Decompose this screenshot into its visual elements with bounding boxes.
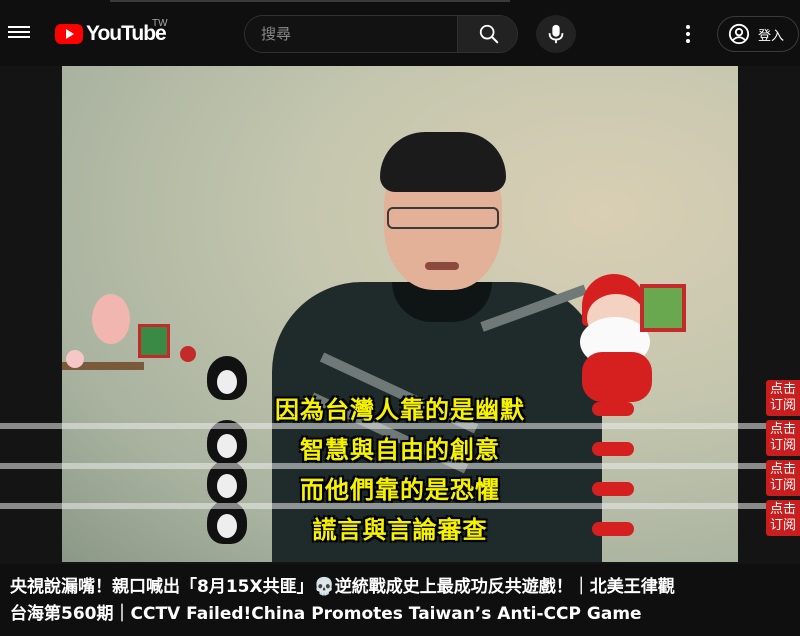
top-bar: YouTube TW 登入 [0, 0, 800, 66]
subscribe-badge[interactable]: 点击 订阅 [766, 420, 800, 456]
santa-gift [640, 284, 686, 332]
signin-button[interactable]: 登入 [717, 16, 799, 52]
subscribe-badge-label: 点击 订阅 [769, 422, 796, 453]
subscribe-badge[interactable]: 点击 订阅 [766, 500, 800, 536]
video-title-line: 台海第560期｜CCTV Failed!China Promotes Taiwa… [10, 604, 642, 624]
signin-label: 登入 [758, 28, 785, 44]
subtitle-line: 謊言與言論審查 [312, 516, 488, 544]
menu-icon[interactable] [8, 23, 30, 43]
search-button[interactable] [457, 16, 517, 52]
video-player[interactable]: 因為台灣人靠的是幽默 智慧與自由的創意 而他們靠的是恐懼 謊言與言論審查 点击 … [0, 66, 800, 564]
subscribe-badge-label: 点击 订阅 [769, 502, 796, 533]
voice-search-button[interactable] [536, 15, 576, 53]
subtitle-line: 而他們靠的是恐懼 [300, 476, 500, 504]
search-input[interactable] [245, 16, 457, 52]
youtube-logo-icon [55, 24, 83, 44]
ornament [180, 346, 196, 362]
person-mouth [425, 262, 459, 270]
search-box[interactable] [244, 15, 518, 53]
video-title: 央視說漏嘴！親口喊出「8月15X共匪」💀逆統戰成史上最成功反共遊戲！｜北美王律觀… [10, 574, 792, 628]
mic-icon [548, 24, 564, 44]
youtube-logo[interactable]: YouTube [55, 22, 167, 46]
person-hair [380, 132, 506, 192]
top-divider [110, 0, 510, 2]
more-vert-icon[interactable] [678, 22, 698, 46]
subtitle-line: 智慧與自由的創意 [300, 436, 500, 464]
gift-box [138, 324, 170, 358]
subscribe-badge-label: 点击 订阅 [769, 382, 796, 413]
account-icon [728, 23, 750, 45]
toy-figure [66, 350, 84, 368]
toy-figure [92, 294, 130, 344]
search-icon [479, 24, 498, 44]
subscribe-badge[interactable]: 点击 订阅 [766, 460, 800, 496]
country-code: TW [152, 18, 168, 29]
subscribe-badge[interactable]: 点击 订阅 [766, 380, 800, 416]
subscribe-badge-label: 点击 订阅 [769, 462, 796, 493]
video-title-line: 央視說漏嘴！親口喊出「8月15X共匪」💀逆統戰成史上最成功反共遊戲！｜北美王律觀 [10, 577, 675, 597]
subtitle-line: 因為台灣人靠的是幽默 [275, 396, 525, 424]
person-glasses [387, 207, 499, 229]
